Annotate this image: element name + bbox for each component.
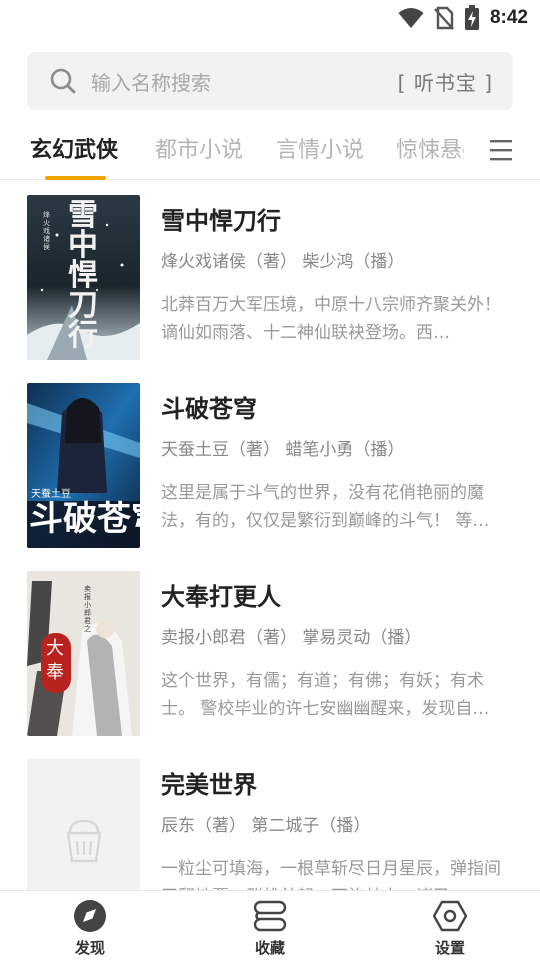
hexagon-settings-icon	[433, 900, 467, 932]
book-cover: 大奉 卖报小郎君之	[27, 571, 140, 736]
book-meta: 烽火戏诸侯（著） 柴少鸿（播）	[161, 252, 405, 272]
tab-xuanhuan-wuxia[interactable]: 玄幻武侠	[30, 132, 118, 164]
nav-item-discover[interactable]: 发现	[45, 899, 135, 958]
book-description: 这里是属于斗气的世界，没有花俏艳丽的魔法，有的，仅仅是繁衍到巅峰的斗气！ 等…	[161, 483, 490, 531]
book-description: 这个世界，有儒；有道；有佛；有妖；有术士。 警校毕业的许七安幽幽醒来，发现自…	[161, 671, 490, 719]
book-cover: 雪中悍刀行 烽火戏诸侯	[27, 195, 140, 360]
cover-title-text: 大奉	[46, 638, 64, 683]
placeholder-cup-icon	[66, 819, 102, 863]
tab-clip: 惊悚悬疑	[396, 132, 464, 168]
book-description: 一粒尘可填海，一根草斩尽日月星辰，弹指间天翻地覆。群雄并起，万族林立，诸圣…	[161, 859, 501, 890]
list-item[interactable]: 天蚕土豆 斗破苍穹 斗破苍穹 天蚕土豆（著） 蜡笔小勇（播） 这里是属于斗气的世…	[0, 369, 540, 557]
compass-icon	[74, 900, 106, 932]
book-list[interactable]: 雪中悍刀行 烽火戏诸侯 雪中悍刀行 烽火戏诸侯（著） 柴少鸿（播） 北莽百万大军…	[0, 181, 540, 890]
tab-dushi[interactable]: 都市小说	[155, 132, 243, 164]
battery-charging-icon	[464, 5, 479, 30]
search-input[interactable]: 输入名称搜索 [ 听书宝 ]	[27, 52, 513, 110]
list-item[interactable]: 完美世界 辰东（著） 第二城子（播） 一粒尘可填海，一根草斩尽日月星辰，弹指间天…	[0, 745, 540, 890]
nav-label-settings: 设置	[434, 939, 465, 957]
status-bar: 8:42	[0, 0, 540, 36]
active-tab-indicator	[45, 176, 106, 180]
search-source-label[interactable]: [ 听书宝 ]	[398, 67, 493, 96]
cover-title-text: 斗破苍穹	[29, 499, 140, 539]
list-item[interactable]: 雪中悍刀行 烽火戏诸侯 雪中悍刀行 烽火戏诸侯（著） 柴少鸿（播） 北莽百万大军…	[0, 181, 540, 369]
category-tab-bar: 玄幻武侠 都市小说 言情小说 惊悚悬疑	[0, 122, 540, 180]
book-title: 大奉打更人	[161, 583, 281, 611]
book-title: 雪中悍刀行	[161, 207, 281, 235]
search-placeholder: 输入名称搜索	[91, 70, 211, 95]
menu-icon[interactable]	[490, 138, 512, 162]
book-title: 斗破苍穹	[161, 395, 257, 423]
tab-jingsong[interactable]: 惊悚悬疑	[396, 132, 464, 164]
tab-yanqing[interactable]: 言情小说	[276, 132, 364, 164]
search-icon	[50, 68, 76, 94]
stack-icon	[253, 900, 287, 932]
book-cover: 天蚕土豆 斗破苍穹	[27, 383, 140, 548]
cover-author-text: 天蚕土豆	[31, 489, 71, 500]
book-title: 完美世界	[161, 771, 257, 799]
wifi-icon	[398, 8, 424, 28]
book-description: 北莽百万大军压境，中原十八宗师齐聚关外！谪仙如雨落、十二神仙联袂登场。西…	[161, 295, 501, 343]
nav-item-favorites[interactable]: 收藏	[225, 899, 315, 958]
book-cover-placeholder	[27, 759, 140, 890]
book-meta: 天蚕土豆（著） 蜡笔小勇（播）	[161, 440, 405, 460]
cover-author-text: 烽火戏诸侯	[43, 211, 50, 251]
status-time: 8:42	[489, 7, 528, 28]
book-meta: 卖报小郎君（著） 掌易灵动（播）	[161, 628, 422, 648]
list-item[interactable]: 大奉 卖报小郎君之 大奉打更人 卖报小郎君（著） 掌易灵动（播） 这个世界，有儒…	[0, 557, 540, 745]
cover-title-text: 雪中悍刀行	[68, 198, 98, 353]
status-icons: 8:42	[398, 5, 528, 30]
nav-label-favorites: 收藏	[254, 939, 285, 957]
nav-label-discover: 发现	[74, 939, 105, 957]
cover-author-text: 卖报小郎君之	[84, 585, 91, 633]
book-meta: 辰东（著） 第二城子（播）	[161, 816, 371, 836]
nav-item-settings[interactable]: 设置	[405, 899, 495, 958]
no-sim-icon	[434, 6, 454, 30]
bottom-nav: 发现 收藏 设置	[0, 890, 540, 960]
